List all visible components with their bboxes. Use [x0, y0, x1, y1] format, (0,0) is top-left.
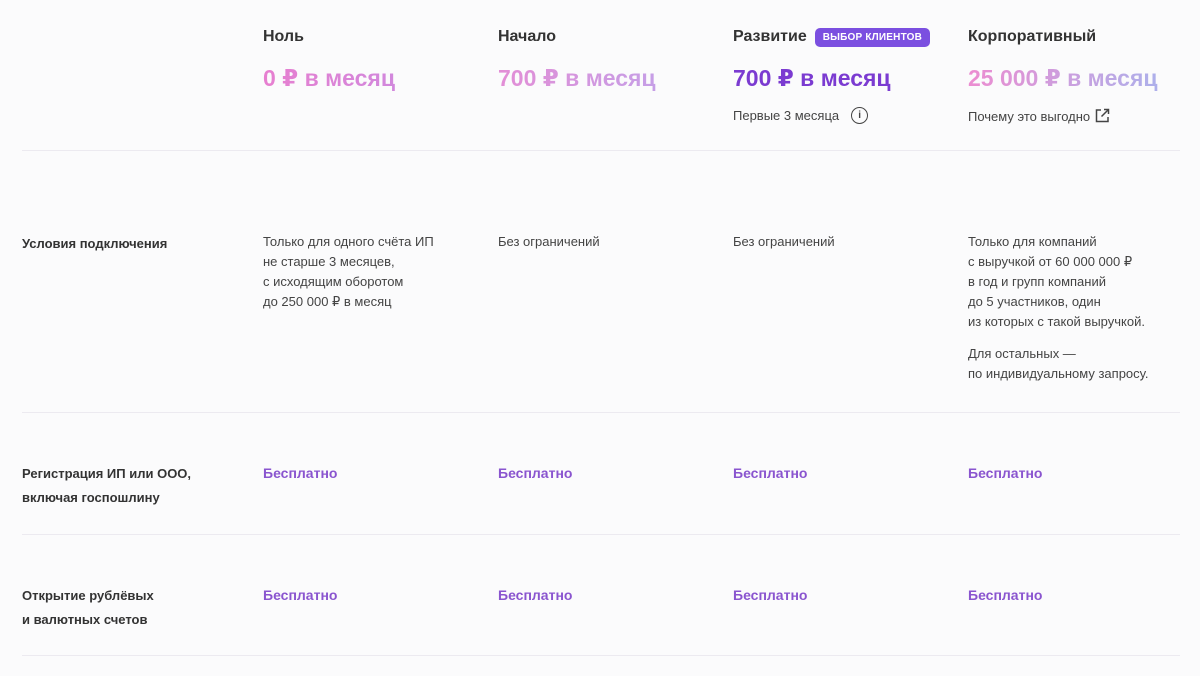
cell-line: с исходящим оборотом: [263, 274, 404, 289]
plan-name: Ноль: [263, 28, 304, 45]
external-link-icon: [1093, 107, 1111, 125]
plan-price: 700 ₽ в месяц: [498, 65, 728, 91]
row-label-conditions: Условия подключения: [22, 236, 168, 251]
registration-value-razvitie: Бесплатно: [733, 465, 808, 481]
accounts-value-nol: Бесплатно: [263, 587, 338, 603]
plan-column-razvitie: Развитие ВЫБОР КЛИЕНТОВ 700 ₽ в месяц Пе…: [733, 26, 963, 124]
why-profitable-link[interactable]: Почему это выгодно: [968, 107, 1198, 125]
label-line: Открытие рублёвых: [22, 588, 154, 603]
accounts-value-razvitie: Бесплатно: [733, 587, 808, 603]
cell-line: по индивидуальному запросу.: [968, 366, 1149, 381]
divider: [22, 534, 1180, 535]
plan-column-korporativny: Корпоративный 25 000 ₽ в месяц Почему эт…: [968, 26, 1198, 125]
conditions-cell-nol: Только для одного счёта ИП не старше 3 м…: [263, 232, 483, 312]
divider: [22, 412, 1180, 413]
plan-note: Первые 3 месяца i: [733, 107, 963, 124]
registration-value-nachalo: Бесплатно: [498, 465, 573, 481]
plan-price: 25 000 ₽ в месяц: [968, 65, 1198, 91]
cell-line: Без ограничений: [733, 234, 835, 249]
plan-column-nol: Ноль 0 ₽ в месяц: [263, 26, 493, 91]
info-icon[interactable]: i: [851, 107, 869, 124]
tariff-comparison: Ноль 0 ₽ в месяц Начало 700 ₽ в месяц Ра…: [0, 0, 1200, 676]
row-label-accounts: Открытие рублёвых и валютных счетов: [22, 584, 154, 632]
plan-name: Начало: [498, 28, 556, 45]
clients-choice-badge: ВЫБОР КЛИЕНТОВ: [814, 27, 931, 47]
divider: [22, 150, 1180, 151]
plan-price: 0 ₽ в месяц: [263, 65, 493, 91]
why-profitable-text: Почему это выгодно: [968, 108, 1091, 124]
row-label-registration: Регистрация ИП или ООО, включая госпошли…: [22, 462, 191, 510]
plan-name: Развитие: [733, 28, 807, 45]
cell-line: до 5 участников, один: [968, 294, 1101, 309]
divider: [22, 655, 1180, 656]
plan-name-row: Развитие ВЫБОР КЛИЕНТОВ: [733, 26, 963, 48]
cell-line: Только для компаний: [968, 234, 1097, 249]
cell-line: в год и групп компаний: [968, 274, 1106, 289]
accounts-value-korporativny: Бесплатно: [968, 587, 1043, 603]
conditions-cell-nachalo: Без ограничений: [498, 232, 718, 252]
label-line: включая госпошлину: [22, 490, 160, 505]
cell-line: до 250 000 ₽ в месяц: [263, 294, 392, 309]
registration-value-korporativny: Бесплатно: [968, 465, 1043, 481]
plan-name: Корпоративный: [968, 28, 1097, 45]
cell-line: Без ограничений: [498, 234, 600, 249]
cell-line: из которых с такой выручкой.: [968, 314, 1145, 329]
cell-line: не старше 3 месяцев,: [263, 254, 395, 269]
conditions-cell-korporativny: Только для компаний с выручкой от 60 000…: [968, 232, 1190, 384]
plan-column-nachalo: Начало 700 ₽ в месяц: [498, 26, 728, 91]
cell-line: Только для одного счёта ИП: [263, 234, 434, 249]
cell-line: с выручкой от 60 000 000 ₽: [968, 254, 1133, 269]
conditions-cell-razvitie: Без ограничений: [733, 232, 953, 252]
accounts-value-nachalo: Бесплатно: [498, 587, 573, 603]
registration-value-nol: Бесплатно: [263, 465, 338, 481]
label-line: и валютных счетов: [22, 612, 148, 627]
label-line: Регистрация ИП или ООО,: [22, 466, 192, 481]
plan-note-text: Первые 3 месяца: [733, 108, 840, 123]
plan-price: 700 ₽ в месяц: [733, 65, 891, 91]
cell-line: Для остальных —: [968, 346, 1076, 361]
